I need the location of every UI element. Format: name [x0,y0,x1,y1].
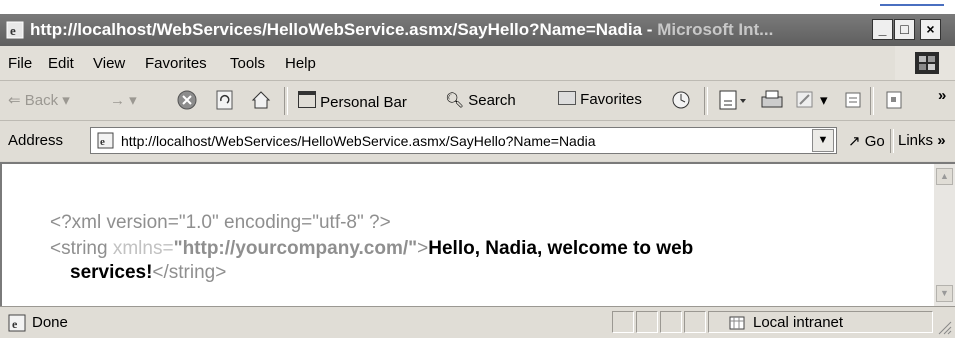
address-bar: Address e http://localhost/WebServices/H… [0,120,955,161]
window-title: http://localhost/WebServices/HelloWebSer… [30,20,773,40]
status-panel [636,311,658,333]
toolbar-more-chevron[interactable]: » [938,87,946,104]
back-label: Back [24,92,59,109]
stop-icon[interactable] [176,89,198,111]
xml-attribute-name: xmlns= [112,238,174,259]
personal-bar-button[interactable]: Personal Bar [298,91,407,111]
address-field[interactable]: e http://localhost/WebServices/HelloWebS… [90,127,837,154]
xml-open-tag-close: > [417,238,429,259]
scroll-up-arrow-icon[interactable]: ▲ [936,168,953,185]
intranet-icon [729,316,745,330]
done-page-icon: e [8,314,26,332]
menu-file[interactable]: File [8,55,32,72]
edit-icon[interactable] [794,89,816,111]
xml-string-continuation: services!</string> [70,262,226,284]
personal-bar-label: Personal Bar [320,94,407,111]
toolbar-separator [704,87,708,115]
zone-text: Local intranet [753,314,844,331]
discuss-icon[interactable] [844,89,864,111]
close-button[interactable]: × [920,19,941,40]
forward-dropdown-icon: ▾ [129,92,137,109]
page-content: <?xml version="1.0" encoding="utf-8" ?> … [0,162,934,306]
maximize-button[interactable]: □ [894,19,915,40]
menu-help[interactable]: Help [285,55,316,72]
menu-tools[interactable]: Tools [230,55,265,72]
window-title-app: Microsoft Int... [657,20,774,39]
status-text: Done [32,314,68,331]
toolbar-separator [284,87,288,115]
windows-flag-icon [895,46,955,80]
status-bar: e Done Local intranet [0,306,955,338]
vertical-scrollbar[interactable]: ▲ ▼ [934,162,955,306]
toolbar-separator [870,87,874,115]
status-panel [660,311,682,333]
address-url[interactable]: http://localhost/WebServices/HelloWebSer… [121,133,596,149]
xml-close-tag: </string> [152,262,227,283]
svg-text:e: e [100,136,105,148]
cropped-page-header [0,0,955,14]
personal-bar-icon [298,91,316,108]
menu-edit[interactable]: Edit [48,55,74,72]
menu-bar: File Edit View Favorites Tools Help [0,46,955,80]
links-button[interactable]: Links » [898,132,946,149]
favorites-button[interactable]: Favorites [558,91,642,108]
home-icon[interactable] [250,89,272,111]
menu-view[interactable]: View [93,55,125,72]
links-chevron: » [937,132,946,149]
ie-logo-icon: e [6,21,24,39]
history-icon[interactable] [670,89,692,111]
xml-text-line1: Hello, Nadia, welcome to web [428,238,694,259]
page-icon: e [97,132,114,149]
window-title-url: http://localhost/WebServices/HelloWebSer… [30,20,658,39]
xml-open-tag: <string [50,238,113,259]
favorites-folder-icon [558,91,576,105]
search-label: Search [468,92,516,109]
forward-button[interactable]: → ▾ [110,91,137,109]
standard-toolbar: ⇐ Back ▾ → ▾ Personal Bar 🔍︎ Search Favo… [0,80,955,121]
cropped-link-underline [880,0,944,6]
go-arrow-icon: ↗ [848,133,861,150]
search-button[interactable]: 🔍︎ Search [445,91,516,109]
status-panel [612,311,634,333]
messenger-icon[interactable] [884,89,904,111]
refresh-icon[interactable] [214,89,236,111]
xml-declaration: <?xml version="1.0" encoding="utf-8" ?> [50,212,391,233]
screenshot-frame: e http://localhost/WebServices/HelloWebS… [0,0,955,338]
search-icon: 🔍︎ [445,92,465,109]
print-icon[interactable] [760,89,784,111]
go-label: Go [864,133,885,150]
scroll-down-arrow-icon[interactable]: ▼ [936,285,953,302]
address-separator [890,129,894,153]
back-dropdown-icon: ▾ [62,92,70,109]
xml-attribute-value: "http://yourcompany.com/" [173,238,418,259]
status-panel [684,311,706,333]
go-button[interactable]: ↗ Go [848,132,885,150]
xml-text-line2: services! [70,262,153,283]
title-bar: e http://localhost/WebServices/HelloWebS… [0,14,955,46]
svg-text:e: e [10,23,16,38]
back-arrow-icon: ⇐ [8,92,21,109]
links-label: Links [898,132,934,149]
xml-string-element: <string xmlns="http://yourcompany.com/">… [50,238,693,260]
minimize-button[interactable]: _ [872,19,893,40]
resize-grip-icon[interactable] [936,319,952,335]
edit-dropdown-icon[interactable]: ▾ [820,91,828,109]
browser-window: e http://localhost/WebServices/HelloWebS… [0,14,955,338]
address-label: Address [8,132,64,149]
forward-arrow-icon: → [110,92,125,109]
menu-favorites[interactable]: Favorites [145,55,207,72]
mail-icon[interactable] [718,89,748,111]
svg-text:e: e [12,317,18,331]
favorites-label: Favorites [580,91,642,108]
back-button[interactable]: ⇐ Back ▾ [8,91,70,109]
address-dropdown-button[interactable]: ▼ [812,129,834,152]
